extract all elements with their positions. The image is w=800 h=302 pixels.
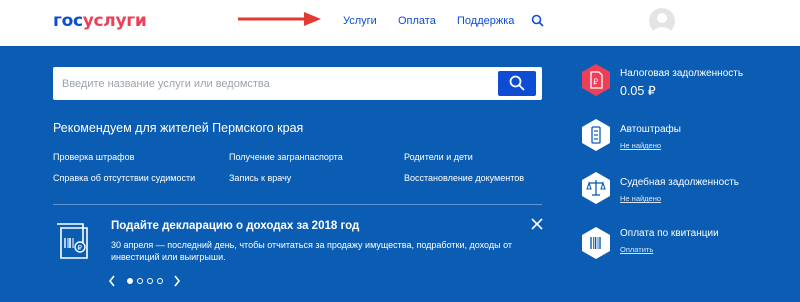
- logo-part-gos: гос: [53, 11, 83, 31]
- recommended-title: Рекомендуем для жителей Пермского края: [53, 121, 304, 135]
- scales-icon[interactable]: [581, 171, 611, 205]
- pager-dot-3[interactable]: [147, 278, 153, 284]
- promo-title: Подайте декларацию о доходах за 2018 год: [111, 220, 360, 232]
- barcode-icon[interactable]: [581, 226, 611, 260]
- logo-part-uslugi: услуги: [82, 11, 147, 31]
- link-document-restore[interactable]: Восстановление документов: [404, 173, 524, 183]
- widget-auto-fines-status[interactable]: Не найдено: [620, 141, 661, 150]
- nav-support[interactable]: Поддержка: [457, 15, 514, 27]
- widget-receipt-pay-link[interactable]: Оплатить: [620, 245, 653, 254]
- widget-tax-debt-amount: 0.05 ₽: [620, 84, 656, 98]
- widget-court-debt-title[interactable]: Судебная задолженность: [620, 177, 739, 188]
- link-doctor-appointment[interactable]: Запись к врачу: [229, 173, 291, 183]
- red-arrow-annotation: [238, 12, 321, 26]
- svg-text:₽: ₽: [78, 244, 83, 252]
- svg-text:₽: ₽: [593, 78, 598, 87]
- pager-dot-4[interactable]: [157, 278, 163, 284]
- nav-services[interactable]: Услуги: [343, 15, 377, 27]
- user-avatar-icon[interactable]: [649, 8, 675, 34]
- search-box: [53, 67, 542, 100]
- link-parents-children[interactable]: Родители и дети: [404, 152, 473, 162]
- tax-debt-icon[interactable]: ₽: [581, 63, 611, 97]
- widget-court-debt-status[interactable]: Не найдено: [620, 194, 661, 203]
- link-criminal-record[interactable]: Справка об отсутствии судимости: [53, 173, 195, 183]
- service-search-input[interactable]: [53, 67, 493, 100]
- chevron-left-icon[interactable]: [108, 275, 116, 287]
- promo-text: 30 апреля — последний день, чтобы отчита…: [111, 240, 512, 262]
- search-icon: [509, 75, 525, 91]
- car-fine-icon[interactable]: [581, 118, 611, 152]
- widget-receipt-title[interactable]: Оплата по квитанции: [620, 228, 719, 239]
- divider: [53, 204, 542, 205]
- search-icon[interactable]: [531, 14, 544, 27]
- tax-declaration-icon: ₽: [57, 223, 88, 259]
- pager-dot-2[interactable]: [137, 278, 143, 284]
- link-fines-check[interactable]: Проверка штрафов: [53, 152, 134, 162]
- widget-tax-debt-title[interactable]: Налоговая задолженность: [620, 68, 743, 79]
- chevron-right-icon[interactable]: [173, 275, 181, 287]
- header: госуслуги Услуги Оплата Поддержка: [0, 0, 800, 46]
- gosuslugi-logo[interactable]: госуслуги: [53, 11, 147, 31]
- close-icon[interactable]: [531, 218, 543, 230]
- widget-auto-fines-title[interactable]: Автоштрафы: [620, 124, 681, 135]
- link-passport[interactable]: Получение загранпаспорта: [229, 152, 343, 162]
- pager-dot-1[interactable]: [127, 278, 133, 284]
- nav-payment[interactable]: Оплата: [398, 15, 436, 27]
- search-button[interactable]: [498, 71, 536, 96]
